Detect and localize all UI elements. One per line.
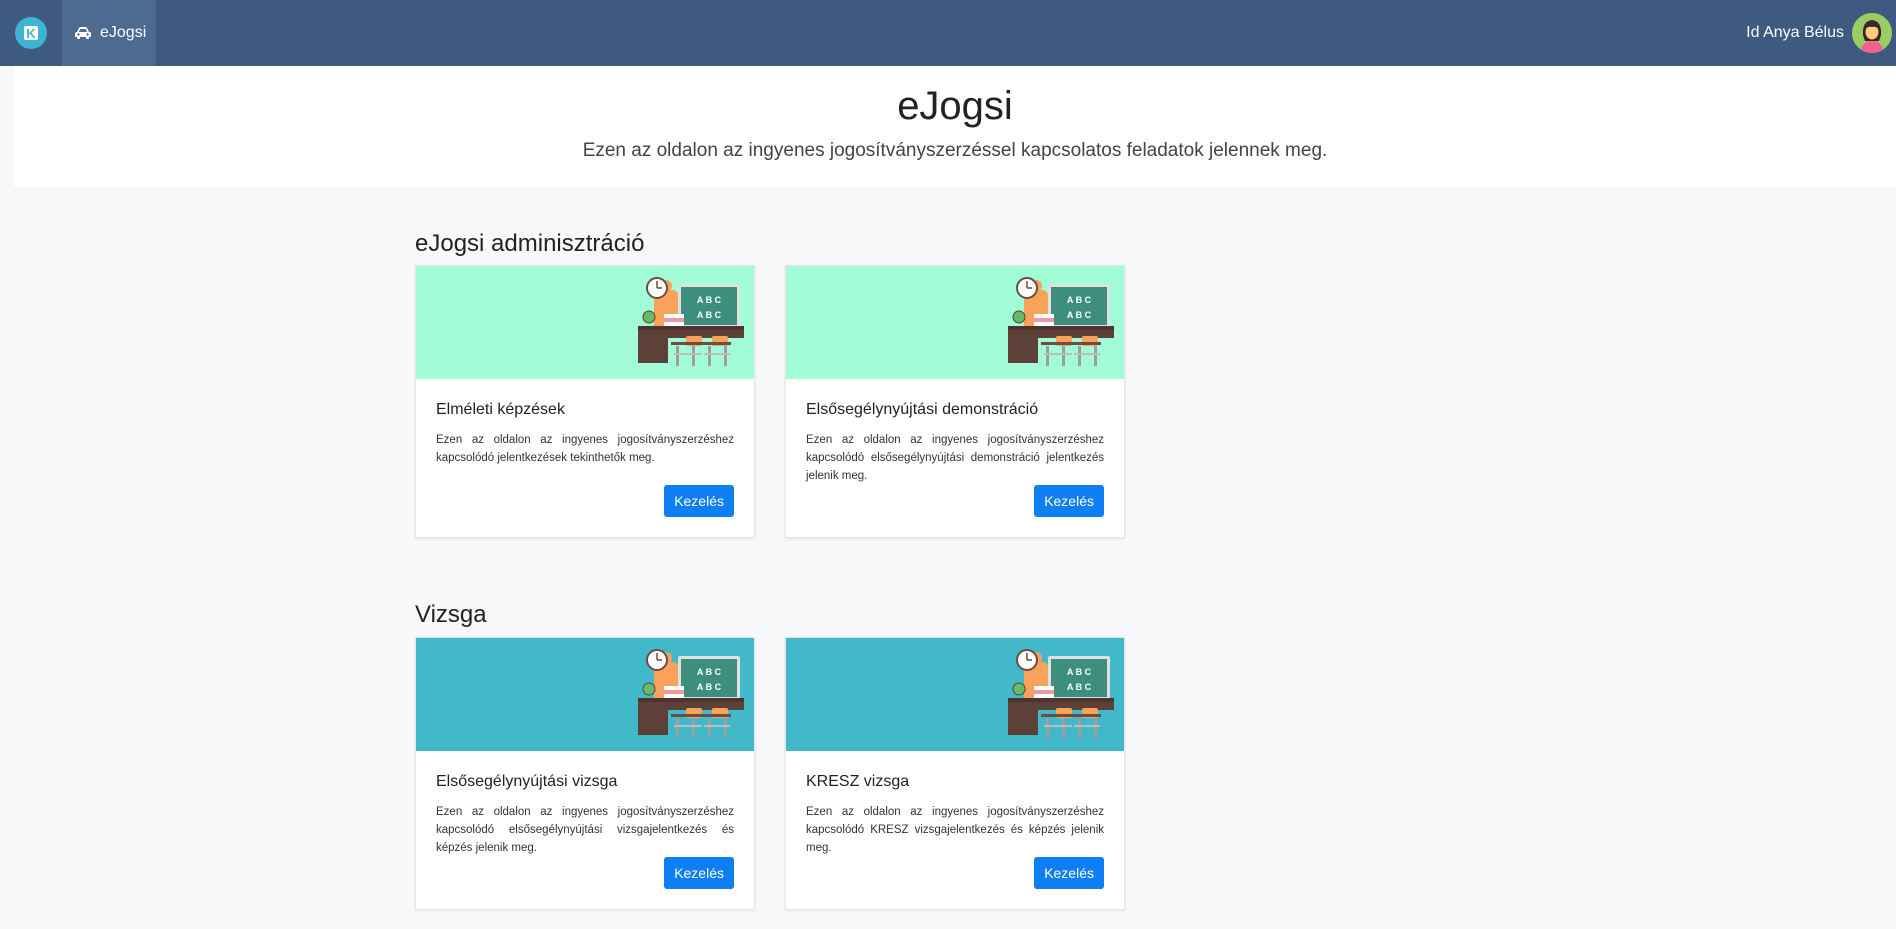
card-image: A B C A B C	[786, 266, 1124, 379]
kezeles-button[interactable]: Kezelés	[664, 485, 734, 517]
svg-text:A B C: A B C	[697, 310, 722, 320]
nav-item-label: eJogsi	[100, 24, 147, 41]
card-image: A B C A B C	[786, 638, 1124, 751]
classroom-illustration-icon: A B C A B C	[638, 277, 744, 366]
top-navbar: K eJogsi Id Anya Bélus	[0, 0, 1896, 66]
avatar[interactable]	[1852, 13, 1892, 53]
classroom-illustration-icon: A B C A B C	[1008, 649, 1114, 738]
classroom-illustration-icon: A B C A B C	[1008, 277, 1114, 366]
svg-text:A B C: A B C	[697, 295, 722, 305]
card-image: A B C A B C	[416, 266, 754, 379]
svg-text:A B C: A B C	[1067, 682, 1092, 692]
section-title-admin: eJogsi adminisztráció	[415, 230, 645, 257]
section-title-vizsga: Vizsga	[415, 601, 487, 628]
brand[interactable]: K	[0, 0, 62, 66]
page-header: eJogsi Ezen az oldalon az ingyenes jogos…	[14, 66, 1896, 187]
nav-item-ejogsi[interactable]: eJogsi	[62, 0, 156, 66]
card-text: Ezen az oldalon az ingyenes jogosítványs…	[436, 806, 734, 854]
card-title: KRESZ vizsga	[806, 773, 910, 790]
card-title: Elsősegélynyújtási vizsga	[436, 773, 618, 790]
svg-text:A B C: A B C	[1067, 667, 1092, 677]
car-icon	[74, 26, 92, 40]
page-title: eJogsi	[897, 84, 1013, 128]
user-name[interactable]: Id Anya Bélus	[1746, 24, 1844, 42]
card-title: Elméleti képzések	[436, 401, 565, 418]
svg-text:A B C: A B C	[697, 682, 722, 692]
card-text: Ezen az oldalon az ingyenes jogosítványs…	[806, 434, 1104, 482]
user-menu[interactable]: Id Anya Bélus	[1746, 0, 1896, 66]
brand-logo-icon[interactable]: K	[15, 17, 47, 49]
svg-text:A B C: A B C	[1067, 310, 1092, 320]
svg-text:K: K	[26, 26, 36, 41]
card-kresz-vizsga: A B C A B C KRESZ vizsga Ezen az oldalon …	[785, 637, 1125, 910]
card-text: Ezen az oldalon az ingyenes jogosítványs…	[436, 434, 734, 464]
svg-text:A B C: A B C	[1067, 295, 1092, 305]
card-elmeleti-kepzesek: A B C A B C Elméleti képzések Ezen az old…	[415, 265, 755, 538]
kezeles-button[interactable]: Kezelés	[1034, 485, 1104, 517]
classroom-illustration-icon: A B C A B C	[638, 649, 744, 738]
svg-text:A B C: A B C	[697, 667, 722, 677]
card-image: A B C A B C	[416, 638, 754, 751]
card-elsosegely-demonstracio: A B C A B C Elsősegélynyújtási demonstrác…	[785, 265, 1125, 538]
kezeles-button[interactable]: Kezelés	[664, 857, 734, 889]
kezeles-button[interactable]: Kezelés	[1034, 857, 1104, 889]
card-text: Ezen az oldalon az ingyenes jogosítványs…	[806, 806, 1104, 854]
page-subtitle: Ezen az oldalon az ingyenes jogosítványs…	[582, 140, 1328, 161]
card-elsosegely-vizsga: A B C A B C Elsősegélynyújtási vizsga Eze…	[415, 637, 755, 910]
card-title: Elsősegélynyújtási demonstráció	[806, 401, 1039, 418]
